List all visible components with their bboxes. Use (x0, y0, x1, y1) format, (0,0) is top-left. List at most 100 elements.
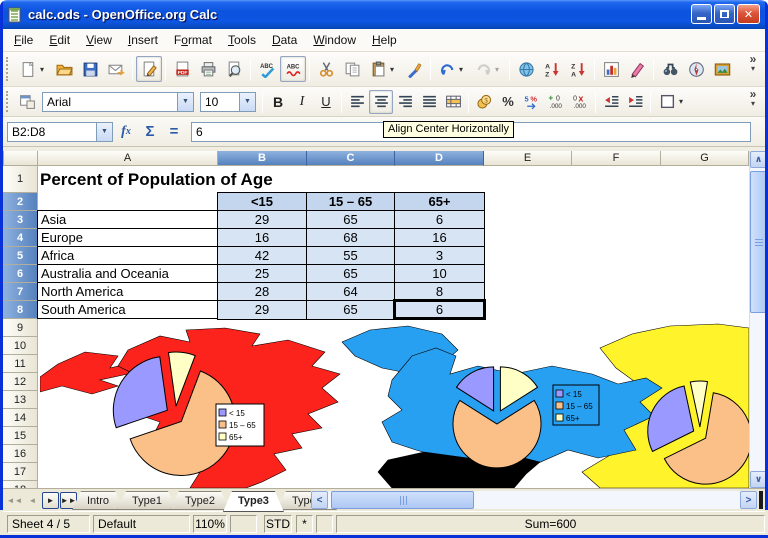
menu-window[interactable]: Window (305, 30, 364, 50)
region-name-cell[interactable]: Asia (38, 211, 217, 229)
toolbar-overflow-button[interactable]: »▾ (745, 54, 761, 74)
undo-button[interactable]: ▾ (434, 56, 470, 82)
chevron-down-icon[interactable]: ▼ (239, 93, 255, 111)
email-button[interactable] (103, 56, 129, 82)
world-map-chart[interactable]: < 1515 – 6565+< 1515 – 6565+ (40, 322, 749, 488)
insert-chart-button[interactable] (598, 56, 624, 82)
print-button[interactable] (195, 56, 221, 82)
sum-button[interactable]: Σ (139, 121, 161, 143)
status-selection-mode[interactable]: STD (264, 515, 292, 533)
number-format-standard-button[interactable]: 5% (520, 90, 544, 114)
row-header-4[interactable]: 4 (3, 229, 38, 247)
cut-button[interactable] (313, 56, 339, 82)
row-header-2[interactable]: 2 (3, 193, 38, 211)
region-name-cell[interactable]: South America (38, 301, 217, 318)
sheet-tab-type2[interactable]: Type2 (170, 491, 230, 510)
region-name-cell[interactable]: North America (38, 283, 217, 301)
increase-indent-button[interactable] (623, 90, 647, 114)
scroll-left-icon[interactable]: < (311, 491, 328, 509)
spellcheck-button[interactable]: ABC (254, 56, 280, 82)
toolbar-grip[interactable] (6, 91, 11, 111)
menu-file[interactable]: File (6, 30, 41, 50)
table-cell[interactable]: 25 (218, 265, 307, 283)
region-name-cell[interactable]: Australia and Oceania (38, 265, 217, 283)
hyperlink-button[interactable] (513, 56, 539, 82)
table-cell[interactable]: 65 (307, 265, 395, 283)
region-name-column[interactable]: AsiaEuropeAfricaAustralia and OceaniaNor… (37, 210, 218, 319)
toolbar-overflow-button[interactable]: »▾ (745, 89, 761, 109)
open-button[interactable] (51, 56, 77, 82)
delete-decimal-button[interactable]: 0x.000 (568, 90, 592, 114)
status-zoom[interactable]: 110% (193, 515, 227, 533)
decrease-indent-button[interactable] (599, 90, 623, 114)
scroll-up-icon[interactable]: ∧ (750, 151, 765, 168)
save-button[interactable] (77, 56, 103, 82)
row-header-14[interactable]: 14 (3, 409, 38, 427)
table-header-cell[interactable]: 15 – 65 (307, 193, 395, 211)
row-header-15[interactable]: 15 (3, 427, 38, 445)
menu-data[interactable]: Data (264, 30, 305, 50)
horizontal-scrollbar[interactable]: < > (311, 491, 757, 509)
region-name-cell[interactable]: Europe (38, 229, 217, 247)
toolbar-grip[interactable] (6, 57, 11, 81)
navigator-button[interactable] (683, 56, 709, 82)
status-page-style[interactable]: Default (93, 515, 190, 533)
row-header-17[interactable]: 17 (3, 463, 38, 481)
font-name-combo[interactable]: Arial▼ (42, 92, 194, 112)
menu-insert[interactable]: Insert (120, 30, 166, 50)
column-header-b[interactable]: B (218, 151, 307, 166)
chevron-down-icon[interactable]: ▼ (177, 93, 193, 111)
split-handle[interactable] (759, 491, 763, 509)
paste-button[interactable]: ▾ (365, 56, 401, 82)
format-paintbrush-button[interactable] (401, 56, 427, 82)
table-cell[interactable]: 3 (395, 247, 484, 265)
sheet-tab-type3[interactable]: Type3 (223, 491, 284, 512)
align-center-button[interactable] (369, 90, 393, 114)
row-header-1[interactable]: 1 (3, 166, 38, 193)
row-header-12[interactable]: 12 (3, 373, 38, 391)
font-size-combo[interactable]: 10▼ (200, 92, 256, 112)
row-header-10[interactable]: 10 (3, 337, 38, 355)
table-cell[interactable]: 64 (307, 283, 395, 301)
gallery-button[interactable] (709, 56, 735, 82)
styles-button[interactable] (15, 90, 39, 114)
column-header-f[interactable]: F (572, 151, 661, 166)
menu-edit[interactable]: Edit (41, 30, 78, 50)
close-button[interactable]: ✕ (737, 4, 760, 24)
add-decimal-button[interactable]: +0.000 (544, 90, 568, 114)
sort-descending-button[interactable]: ZA (565, 56, 591, 82)
table-header-cell[interactable]: 65+ (395, 193, 484, 211)
table-cell[interactable]: 6 (395, 211, 484, 229)
page-preview-button[interactable] (221, 56, 247, 82)
cell-cursor-d8[interactable] (393, 299, 486, 320)
show-draw-functions-button[interactable] (624, 56, 650, 82)
merge-cells-button[interactable] (441, 90, 465, 114)
column-header-c[interactable]: C (307, 151, 395, 166)
name-box[interactable]: B2:D8 ▼ (7, 122, 113, 142)
column-header-d[interactable]: D (395, 151, 484, 166)
table-cell[interactable]: 16 (395, 229, 484, 247)
dropdown-caret[interactable]: ▾ (457, 65, 466, 74)
function-wizard-button[interactable]: fx (115, 121, 137, 143)
row-header-9[interactable]: 9 (3, 319, 38, 337)
sort-ascending-button[interactable]: AZ (539, 56, 565, 82)
column-header-a[interactable]: A (38, 151, 218, 166)
select-all-corner[interactable] (3, 151, 38, 166)
function-equals-button[interactable]: = (163, 121, 185, 143)
maximize-button[interactable] (714, 4, 735, 24)
minimize-button[interactable] (691, 4, 712, 24)
row-header-7[interactable]: 7 (3, 283, 38, 301)
vertical-scroll-thumb[interactable] (750, 171, 765, 313)
table-cell[interactable]: 68 (307, 229, 395, 247)
row-header-5[interactable]: 5 (3, 247, 38, 265)
scroll-down-icon[interactable]: ∨ (750, 471, 765, 488)
number-format-currency-button[interactable]: $ (472, 90, 496, 114)
bold-button[interactable]: B (266, 90, 290, 114)
dropdown-caret[interactable]: ▾ (493, 65, 502, 74)
menu-help[interactable]: Help (364, 30, 405, 50)
sheet-tab-type1[interactable]: Type1 (117, 491, 177, 510)
row-header-11[interactable]: 11 (3, 355, 38, 373)
align-justify-button[interactable] (417, 90, 441, 114)
table-cell[interactable]: 42 (218, 247, 307, 265)
menu-tools[interactable]: Tools (220, 30, 264, 50)
